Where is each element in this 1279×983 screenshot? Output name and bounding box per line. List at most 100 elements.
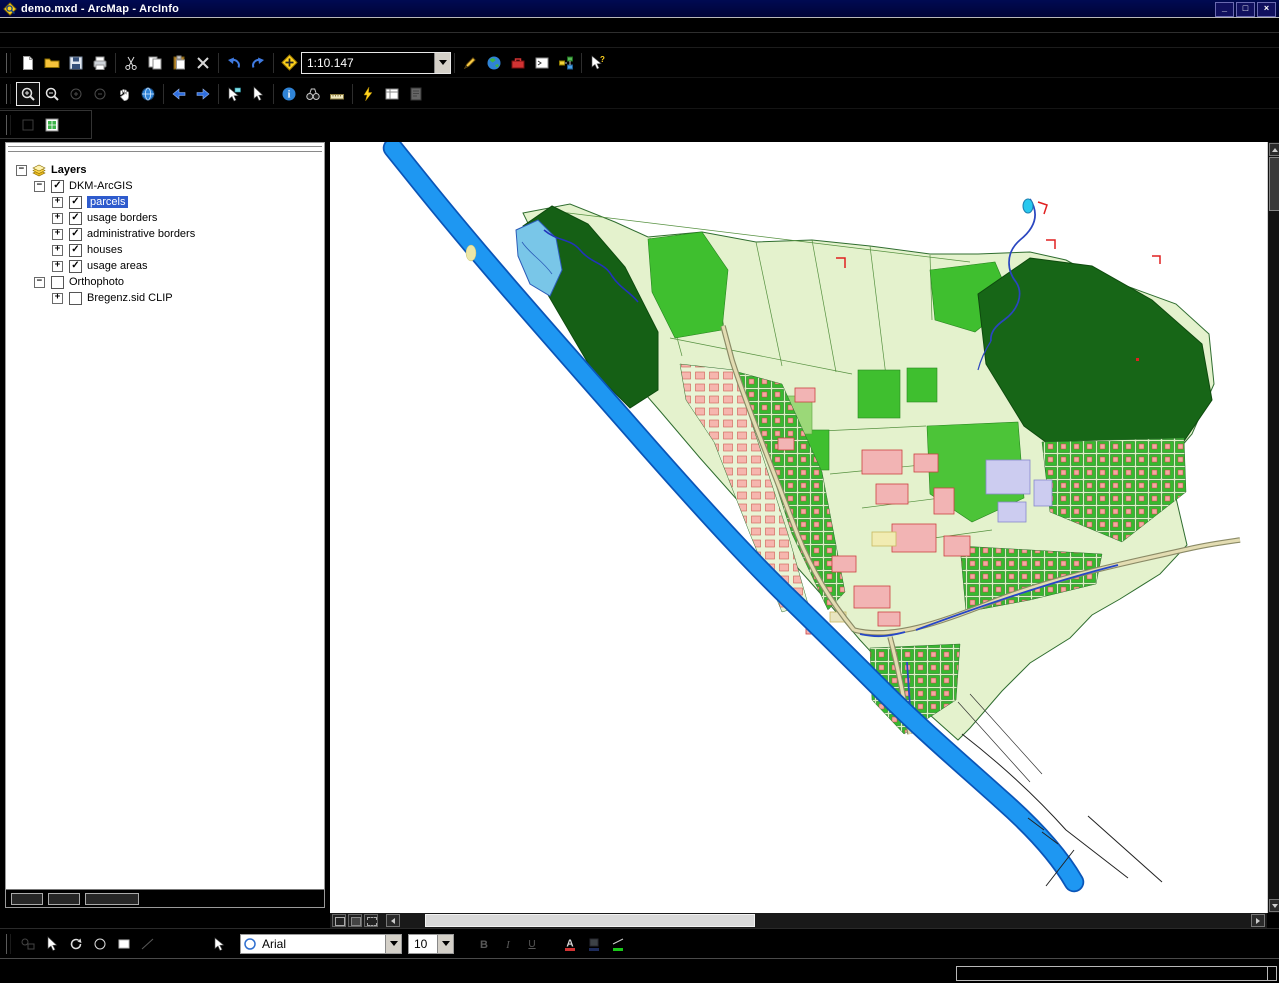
rotate-button[interactable]	[64, 932, 88, 956]
fixed-zoom-out-button[interactable]	[88, 82, 112, 106]
hyperlink-button[interactable]	[356, 82, 380, 106]
toc-label-layers[interactable]: Layers	[51, 164, 86, 176]
toc-tab-2[interactable]	[48, 893, 80, 905]
map-vertical-scrollbar[interactable]	[1267, 142, 1279, 913]
bold-button[interactable]: B	[472, 932, 496, 956]
scroll-left-arrow[interactable]	[386, 914, 400, 927]
layer-checkbox[interactable]: ✓	[69, 212, 82, 225]
back-extent-button[interactable]	[167, 82, 191, 106]
expander-icon[interactable]: +	[52, 261, 63, 272]
map-scale-combo[interactable]: 1:10.147	[301, 52, 451, 74]
paste-button[interactable]	[167, 51, 191, 75]
copy-button[interactable]	[143, 51, 167, 75]
map-horizontal-scrollbar[interactable]	[330, 913, 1267, 928]
refresh-view-button[interactable]	[364, 914, 378, 927]
toc-tab-3[interactable]	[85, 893, 139, 905]
identify-button[interactable]: i	[277, 82, 301, 106]
scroll-down-arrow[interactable]	[1269, 899, 1279, 912]
layer-checkbox[interactable]	[69, 292, 82, 305]
zoom-in-button[interactable]	[16, 82, 40, 106]
font-color-button[interactable]: A	[558, 932, 582, 956]
whats-this-button[interactable]: ?	[585, 51, 609, 75]
italic-button[interactable]: I	[496, 932, 520, 956]
cut-button[interactable]	[119, 51, 143, 75]
scroll-up-arrow[interactable]	[1269, 143, 1279, 156]
expander-icon[interactable]: +	[52, 293, 63, 304]
scale-dropdown-icon[interactable]	[434, 53, 450, 73]
toc-label[interactable]: usage areas	[87, 260, 148, 272]
new-text-button[interactable]	[208, 932, 232, 956]
measure-button[interactable]	[325, 82, 349, 106]
toc-label[interactable]: Orthophoto	[69, 276, 124, 288]
toc-label-selected[interactable]: parcels	[87, 196, 128, 208]
circle-tool-button[interactable]	[88, 932, 112, 956]
add-data-button[interactable]	[277, 51, 301, 75]
new-map-button[interactable]	[16, 51, 40, 75]
zoom-out-button[interactable]	[40, 82, 64, 106]
close-button[interactable]: ×	[1257, 2, 1276, 17]
mini-tool-button-1[interactable]	[16, 113, 40, 137]
mini-tool-button-2[interactable]	[40, 113, 64, 137]
expander-icon[interactable]: +	[52, 213, 63, 224]
font-size-combo[interactable]: 10	[408, 934, 454, 954]
minimize-button[interactable]: _	[1215, 2, 1234, 17]
toc-tab-1[interactable]	[11, 893, 43, 905]
menu-bar[interactable]	[0, 18, 1279, 48]
map-data-view[interactable]	[330, 142, 1267, 913]
full-extent-button[interactable]	[136, 82, 160, 106]
expander-icon[interactable]: +	[52, 197, 63, 208]
fill-color-button[interactable]	[582, 932, 606, 956]
toc-label[interactable]: houses	[87, 244, 122, 256]
drawing-menu-button[interactable]	[16, 932, 40, 956]
save-button[interactable]	[64, 51, 88, 75]
toc-grab-handle[interactable]	[8, 146, 322, 152]
editor-toolbar-button[interactable]	[458, 51, 482, 75]
open-button[interactable]	[40, 51, 64, 75]
pan-button[interactable]	[112, 82, 136, 106]
font-dropdown-icon[interactable]	[385, 935, 401, 953]
line-color-button[interactable]	[606, 932, 630, 956]
layer-checkbox[interactable]: ✓	[69, 228, 82, 241]
toc-label[interactable]: Bregenz.sid CLIP	[87, 292, 173, 304]
command-line-button[interactable]	[530, 51, 554, 75]
size-dropdown-icon[interactable]	[437, 935, 453, 953]
data-view-button[interactable]	[332, 914, 346, 927]
toolbar-grip[interactable]	[6, 53, 11, 73]
rectangle-tool-button[interactable]	[112, 932, 136, 956]
modelbuilder-button[interactable]	[554, 51, 578, 75]
html-popup-button[interactable]	[404, 82, 428, 106]
toc-label[interactable]: usage borders	[87, 212, 157, 224]
select-features-button[interactable]	[222, 82, 246, 106]
layer-checkbox[interactable]: ✓	[69, 244, 82, 257]
layer-checkbox[interactable]: ✓	[69, 260, 82, 273]
maximize-button[interactable]: □	[1236, 2, 1255, 17]
open-attribute-table-button[interactable]	[380, 82, 404, 106]
layer-checkbox[interactable]: ✓	[51, 180, 64, 193]
expander-icon[interactable]: +	[52, 245, 63, 256]
font-combo[interactable]: Arial	[240, 934, 402, 954]
expander-icon[interactable]: +	[52, 229, 63, 240]
toolbar-grip[interactable]	[6, 84, 11, 104]
draw-select-button[interactable]	[40, 932, 64, 956]
layer-checkbox[interactable]	[51, 276, 64, 289]
scroll-right-arrow[interactable]	[1251, 914, 1265, 927]
expander-icon[interactable]: −	[34, 277, 45, 288]
toolbar-grip[interactable]	[6, 934, 11, 954]
expander-icon[interactable]: −	[16, 165, 27, 176]
undo-button[interactable]	[222, 51, 246, 75]
vertical-scroll-thumb[interactable]	[1269, 157, 1279, 211]
find-button[interactable]	[301, 82, 325, 106]
expander-icon[interactable]: −	[34, 181, 45, 192]
toc-label[interactable]: administrative borders	[87, 228, 195, 240]
line-tool-button[interactable]	[136, 932, 160, 956]
horizontal-scroll-thumb[interactable]	[425, 914, 755, 927]
print-button[interactable]	[88, 51, 112, 75]
select-elements-button[interactable]	[246, 82, 270, 106]
arccatalog-button[interactable]	[482, 51, 506, 75]
arctoolbox-button[interactable]	[506, 51, 530, 75]
layer-checkbox[interactable]: ✓	[69, 196, 82, 209]
fixed-zoom-in-button[interactable]	[64, 82, 88, 106]
underline-button[interactable]: U	[520, 932, 544, 956]
toolbar-grip[interactable]	[6, 115, 11, 135]
layout-view-button[interactable]	[348, 914, 362, 927]
